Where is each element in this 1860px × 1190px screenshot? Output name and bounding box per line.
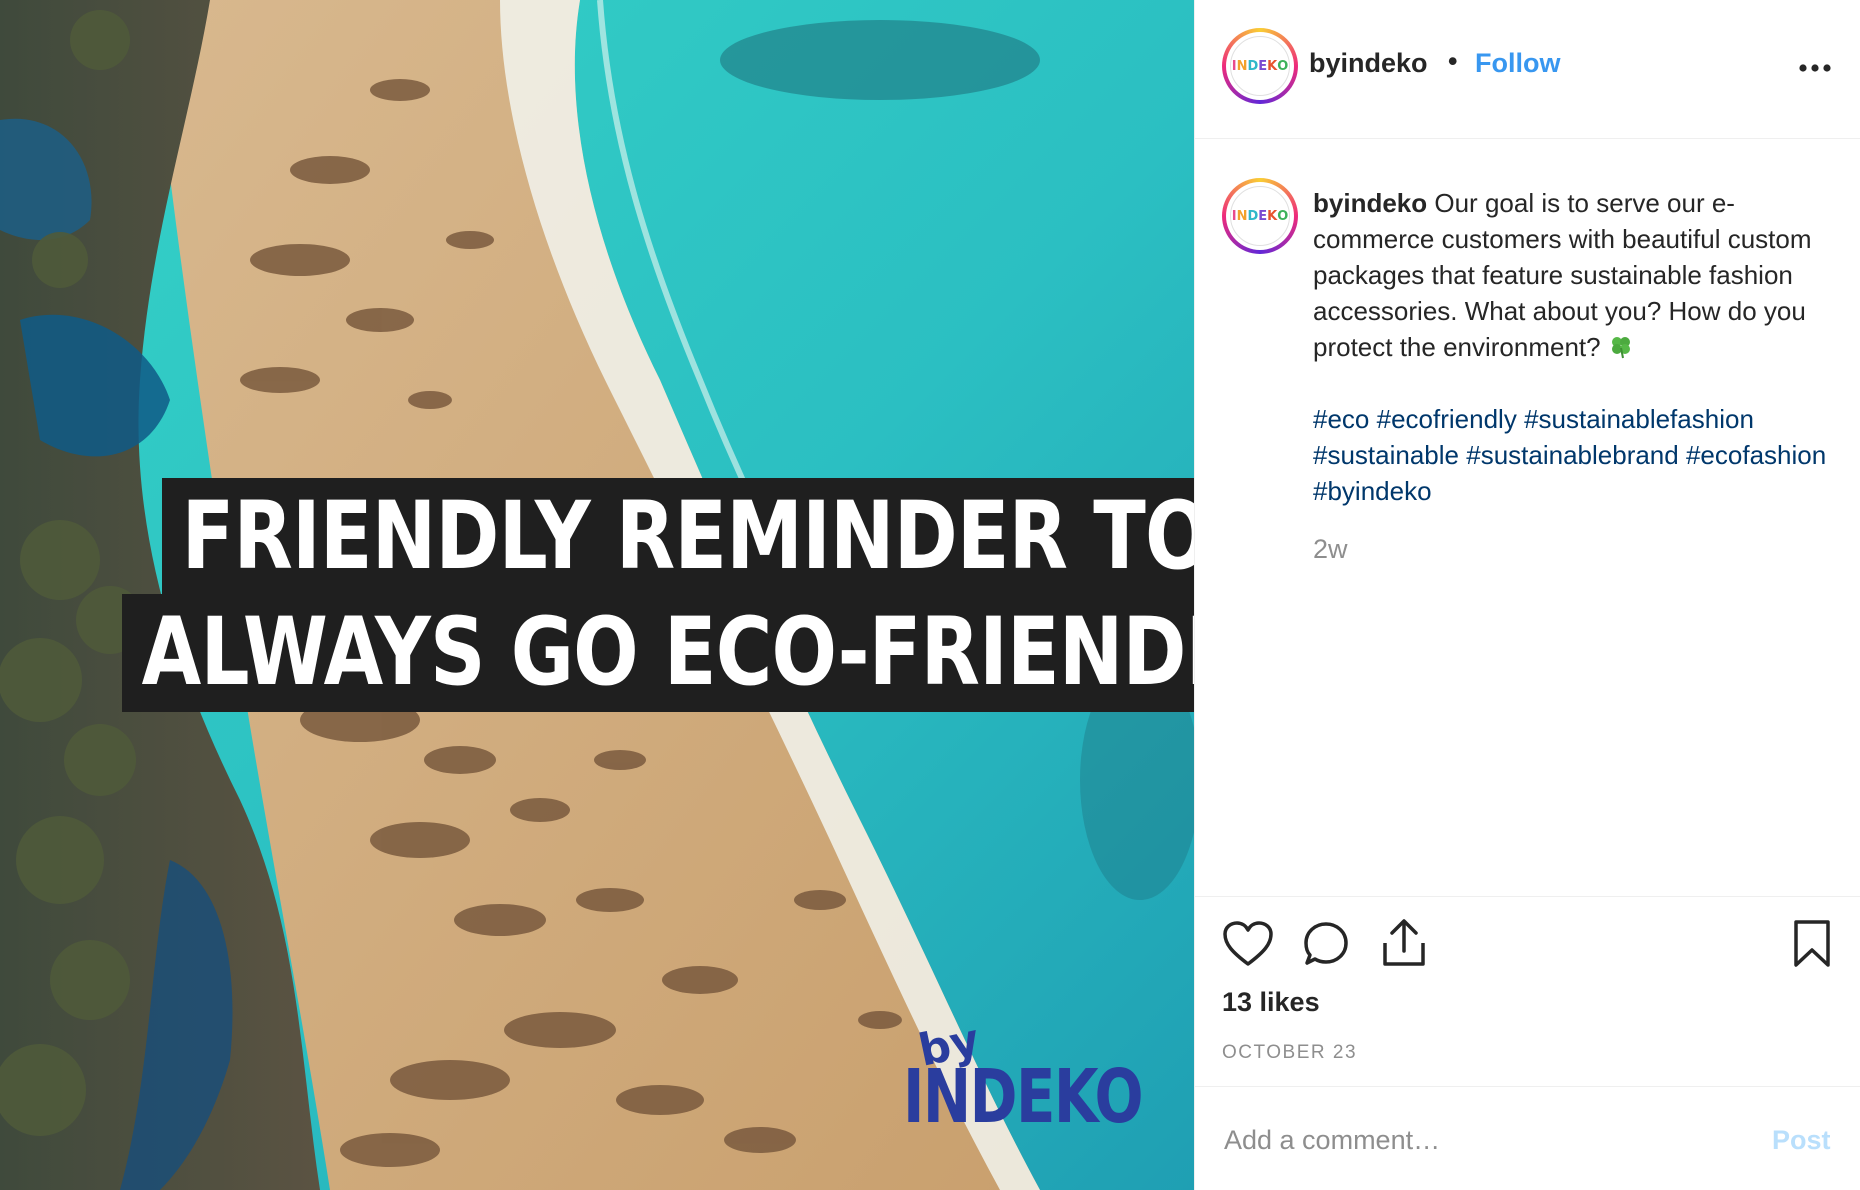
follow-button[interactable]: Follow [1475, 48, 1560, 79]
avatar-logo: INDEKO [1230, 186, 1290, 246]
time-ago[interactable]: 2w [1313, 531, 1833, 567]
share-icon[interactable] [1381, 917, 1427, 969]
profile-avatar[interactable]: INDEKO [1222, 28, 1298, 104]
comment-input[interactable] [1222, 1117, 1726, 1163]
caption-username[interactable]: byindeko [1313, 188, 1427, 218]
more-options-icon[interactable] [1796, 50, 1834, 86]
header-username[interactable]: byindeko [1309, 48, 1428, 79]
post-date[interactable]: OCTOBER 23 [1222, 1042, 1357, 1064]
comment-box: Post [1195, 1086, 1860, 1190]
post-image[interactable]: FRIENDLY REMINDER TO ALWAYS GO ECO-FRIEN… [0, 0, 1194, 1190]
headline-line-1: FRIENDLY REMINDER TO [162, 478, 1194, 596]
caption-avatar[interactable]: INDEKO [1222, 178, 1298, 254]
hashtags: #eco #ecofriendly #sustainablefashion #s… [1313, 401, 1833, 509]
instagram-post: FRIENDLY REMINDER TO ALWAYS GO ECO-FRIEN… [0, 0, 1860, 1190]
caption-text: byindeko Our goal is to serve our e-comm… [1313, 185, 1833, 567]
likes-count[interactable]: 13 likes [1222, 987, 1320, 1018]
post-header: INDEKO byindeko • Follow [1195, 0, 1860, 139]
hashtag-link[interactable]: #ecofriendly [1377, 404, 1517, 434]
brand-logo-name: INDEKO [903, 1054, 1144, 1140]
bookmark-icon[interactable] [1792, 919, 1832, 969]
action-bar: 13 likes OCTOBER 23 [1195, 896, 1860, 1086]
post-sidebar: INDEKO byindeko • Follow INDEKO byindeko… [1194, 0, 1860, 1190]
post-comment-button[interactable]: Post [1772, 1125, 1831, 1156]
four-leaf-clover-icon [1611, 337, 1630, 359]
heart-icon[interactable] [1222, 920, 1274, 968]
comment-icon[interactable] [1302, 920, 1350, 968]
hashtag-link[interactable]: #sustainablebrand [1466, 440, 1679, 470]
hashtag-link[interactable]: #sustainablefashion [1524, 404, 1754, 434]
separator-dot: • [1448, 46, 1458, 76]
hashtag-link[interactable]: #ecofashion [1686, 440, 1826, 470]
avatar-logo: INDEKO [1230, 36, 1290, 96]
headline-line-2: ALWAYS GO ECO-FRIENDLY [122, 594, 1194, 712]
hashtag-link[interactable]: #sustainable [1313, 440, 1459, 470]
hashtag-link[interactable]: #eco [1313, 404, 1369, 434]
hashtag-link[interactable]: #byindeko [1313, 476, 1432, 506]
